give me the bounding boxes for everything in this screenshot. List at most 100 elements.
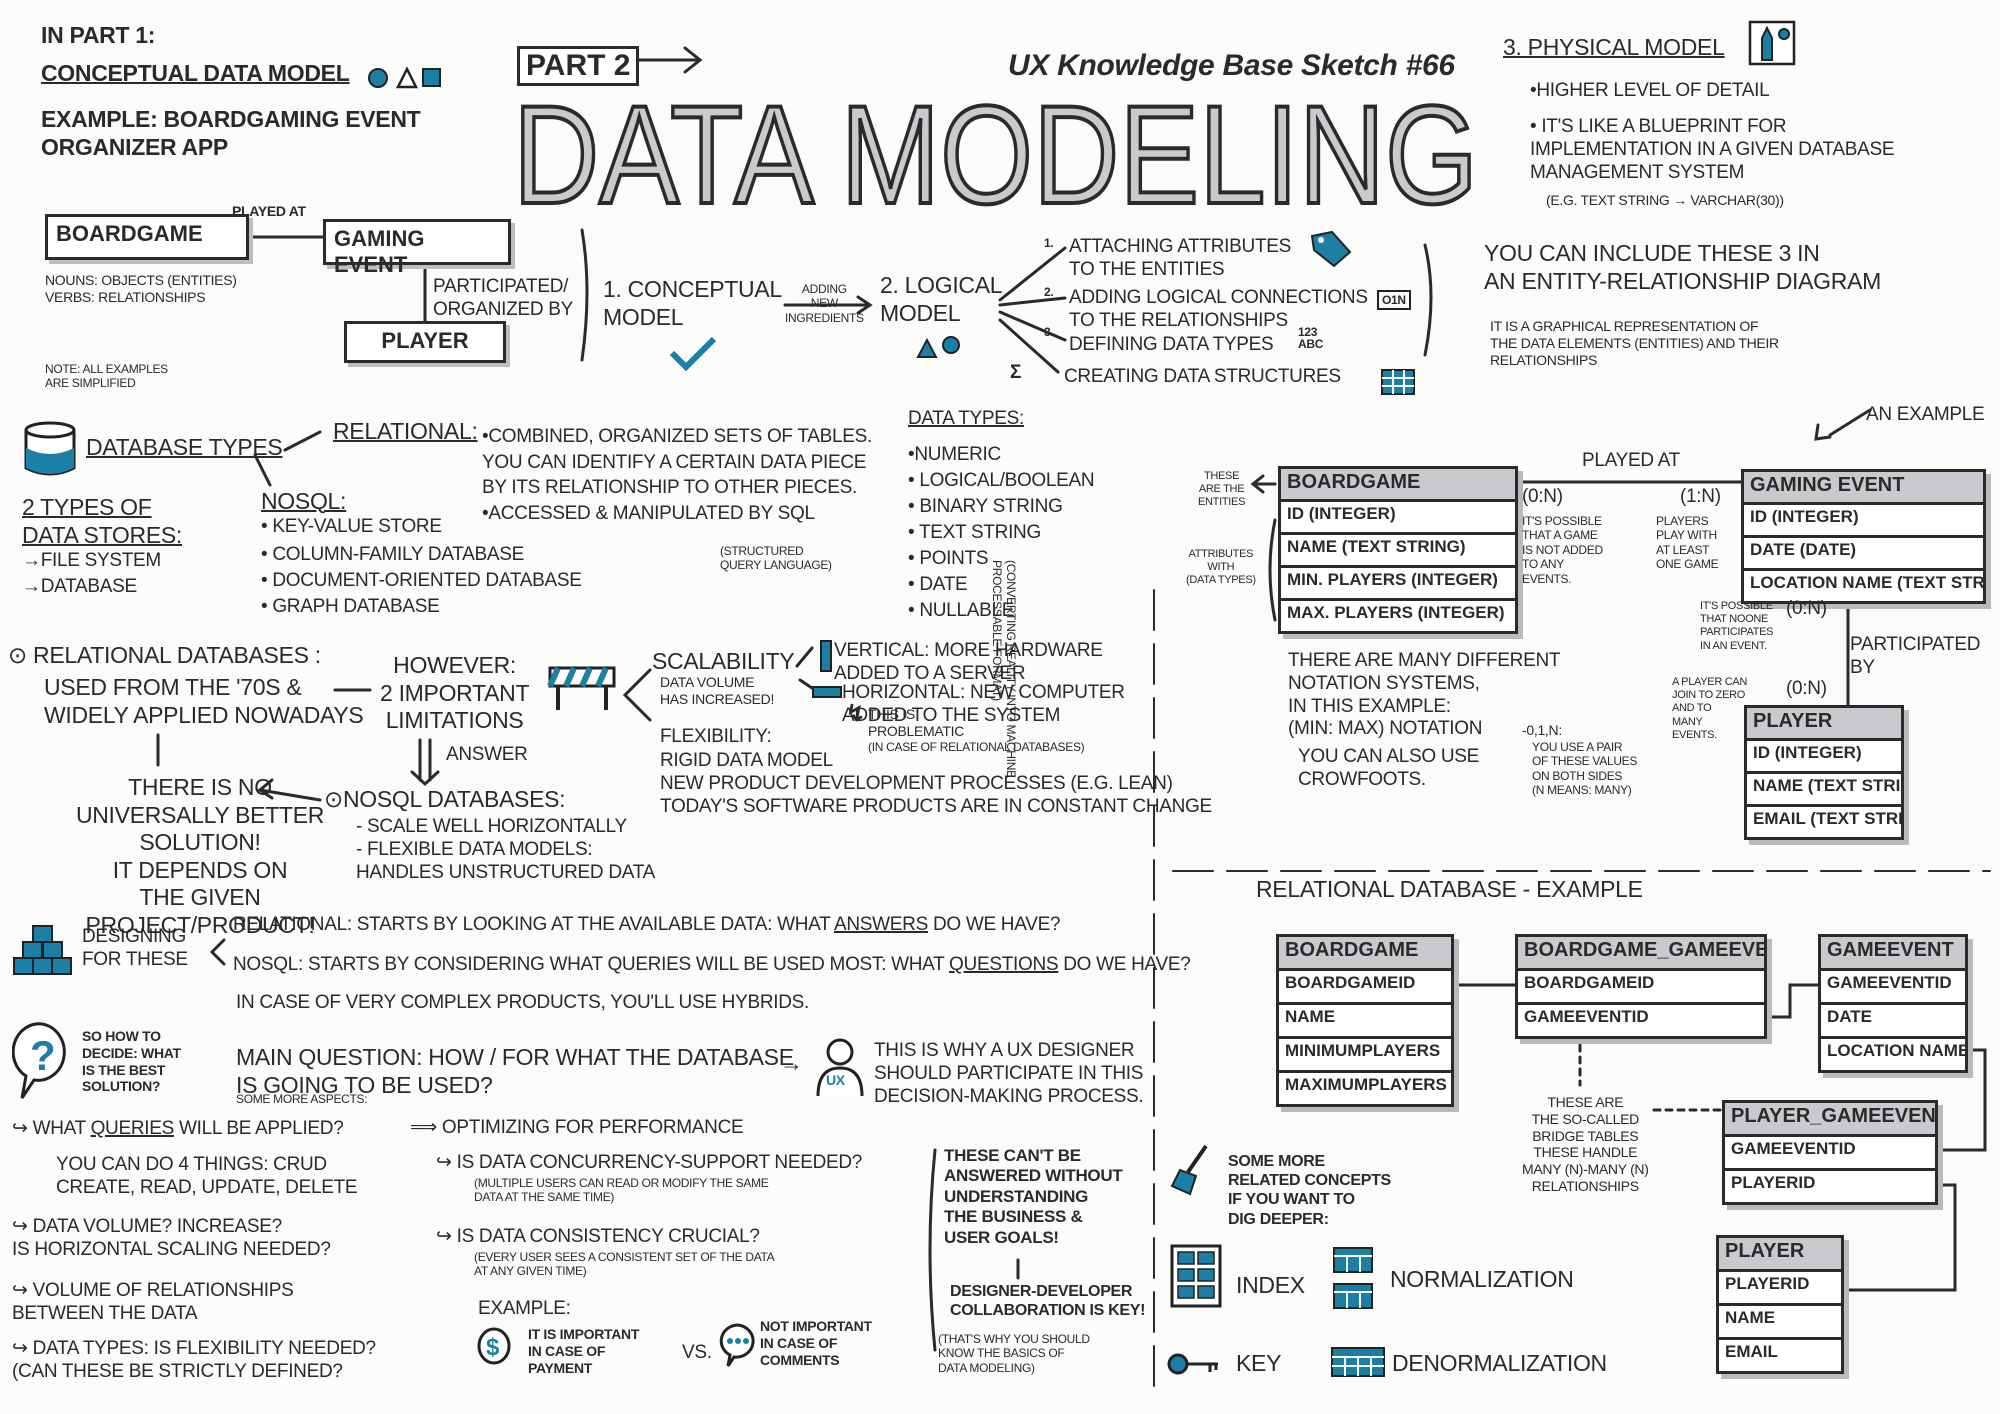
normalization-label: NORMALIZATION (1390, 1266, 1574, 1292)
cardinality-participation-note: IT'S POSSIBLE THAT NOONE PARTICIPATES IN… (1700, 600, 1774, 652)
table-row: ID (INTEGER) (1281, 502, 1515, 535)
problematic-label: THIS IS PROBLEMATIC (868, 706, 965, 739)
denormalization-icon (1331, 1347, 1385, 1377)
svg-text:$: $ (486, 1334, 500, 1361)
questions-keyword: QUESTIONS (949, 954, 1059, 975)
an-example-label: AN EXAMPLE (1866, 404, 1985, 425)
some-more-aspects: SOME MORE ASPECTS: (236, 1092, 368, 1106)
relational-description: •COMBINED, ORGANIZED SETS OF TABLES. YOU… (482, 426, 872, 524)
table-row: MAX. PLAYERS (INTEGER) (1287, 603, 1505, 622)
logical-model-step: 2. LOGICAL MODEL (880, 272, 1003, 326)
limitations-label: HOWEVER: 2 IMPORTANT LIMITATIONS (380, 652, 530, 734)
store-database: →DATABASE (22, 576, 137, 597)
table-player: PLAYERID (INTEGER)NAME (TEXT STRING) EMAI… (1744, 705, 1904, 840)
answer-label: ANSWER (446, 744, 528, 765)
cardinality-gaming-event-note: PLAYERS PLAY WITH AT LEAST ONE GAME (1656, 514, 1719, 572)
part1-label: IN PART 1: (41, 22, 156, 48)
example-label: EXAMPLE: (478, 1298, 571, 1319)
notation-values: -0,1,N: (1522, 722, 1562, 738)
data-type-item: • TEXT STRING (908, 522, 1041, 543)
data-stores-label: 2 TYPES OF DATA STORES: (22, 494, 182, 548)
table-row: MIN. PLAYERS (INTEGER) (1281, 568, 1515, 601)
conceptual-model-step: 1. CONCEPTUAL MODEL (603, 276, 782, 330)
physical-example: (E.G. TEXT STRING → VARCHAR(30)) (1546, 192, 1784, 208)
concurrency-note: (MULTIPLE USERS CAN READ OR MODIFY THE S… (474, 1176, 769, 1205)
table-boardgame: BOARDGAME ID (INTEGER) NAME (TEXT STRING) M… (1278, 466, 1518, 634)
data-type-item: • BINARY STRING (908, 496, 1063, 517)
vertical-scaling: VERTICAL: MORE HARDWARE ADDED TO A SERVE… (834, 640, 1103, 684)
relational-databases-heading: ⊙ RELATIONAL DATABASES : (8, 642, 321, 668)
table-header: PLAYER (1747, 708, 1901, 741)
cardinality-boardgame: (0:N) (1522, 486, 1563, 507)
part-label: PART 2 (517, 46, 640, 86)
table-player-gameevent: PLAYER_GAMEEVENT GAMEEVENTID PLAYERID (1722, 1100, 1938, 1205)
key-icon (1167, 1353, 1218, 1375)
relational-label: RELATIONAL: (333, 418, 478, 444)
comments-note: NOT IMPORTANT IN CASE OF COMMENTS (760, 1318, 872, 1368)
normalization-icon (1333, 1247, 1373, 1309)
nosql-label: NOSQL: (261, 488, 347, 514)
database-icon (24, 421, 76, 476)
table-row: PLAYERID (1719, 1272, 1841, 1306)
shapes-icon (368, 66, 441, 89)
versus-label: VS. (682, 1342, 712, 1363)
table-row: DATE (1821, 1005, 1965, 1039)
nosql-item: • KEY-VALUE STORE (261, 516, 442, 537)
table-header: BOARDGAME (1279, 937, 1451, 971)
notation-pair-note: YOU USE A PAIR OF THESE VALUES ON BOTH S… (1532, 740, 1638, 798)
data-types-heading: DATA TYPES: (908, 408, 1025, 429)
vertical-icon (820, 640, 832, 672)
table-row: GAMEEVENTID (1821, 971, 1965, 1005)
optimizing-performance: ⟹ OPTIMIZING FOR PERFORMANCE (410, 1117, 744, 1138)
aspect-data-types: ↪ DATA TYPES: IS FLEXIBILITY NEEDED? (CA… (12, 1338, 376, 1382)
table-gameevent: GAMEEVENT GAMEEVENTID DATE LOCATION NAME (1818, 934, 1968, 1073)
flexibility-items: RIGID DATA MODEL NEW PRODUCT DEVELOPMENT… (660, 750, 1212, 817)
crowfoots-note: YOU CAN ALSO USE CROWFOOTS. (1298, 746, 1480, 790)
table-row: NAME (1719, 1306, 1841, 1340)
table-row: NAME (TEXT STRING) (1281, 535, 1515, 568)
design-relational-text: RELATIONAL: STARTS BY LOOKING AT THE AVA… (233, 914, 834, 935)
arrow-icon: → (780, 1050, 803, 1076)
aspect-queries-text: ↪ WHAT (12, 1118, 91, 1139)
table-row: NAME (TEXT STRING) (1747, 774, 1901, 807)
relation-participated: PARTICIPATED/ ORGANIZED BY (433, 276, 573, 320)
example-label: EXAMPLE: BOARDGAMING EVENT ORGANIZER APP (41, 106, 421, 160)
relation-played-at: PLAYED AT (232, 203, 306, 219)
design-nosql-suffix: DO WE HAVE? (1058, 954, 1191, 975)
step-3-text: DEFINING DATA TYPES (1069, 334, 1274, 355)
design-relational-suffix: DO WE HAVE? (927, 914, 1061, 935)
entity-gaming-event: GAMING EVENT (323, 219, 511, 277)
comment-icon (719, 1323, 755, 1367)
main-question: MAIN QUESTION: HOW / FOR WHAT THE DATABA… (236, 1044, 794, 1098)
entity-boardgame: BOARDGAME (45, 214, 249, 260)
cardinality-participation: (0:N) (1786, 598, 1827, 619)
blocks-icon (13, 925, 72, 975)
attributes-note: ATTRIBUTES WITH (DATA TYPES) (1186, 548, 1256, 587)
table-row: EMAIL (1725, 1342, 1778, 1361)
cardinality-player: (0:N) (1786, 678, 1827, 699)
payment-icon: $ (477, 1327, 511, 1365)
table-header: PLAYER_GAMEEVENT (1725, 1103, 1935, 1137)
cardinality-boardgame-note: IT'S POSSIBLE THAT A GAME IS NOT ADDED T… (1522, 514, 1603, 586)
scalability-label: SCALABILITY (652, 648, 795, 674)
relational-used: USED FROM THE '70s & WIDELY APPLIED NOWA… (44, 674, 364, 728)
queries-keyword: QUERIES (90, 1118, 175, 1139)
nosql-databases-heading: ⊙NOSQL DATABASES: (324, 786, 566, 812)
nosql-item: • DOCUMENT-ORIENTED DATABASE (261, 570, 582, 591)
aspect-consistency: ↪ IS DATA CONSISTENCY CRUCIAL? (436, 1226, 760, 1247)
table-row: PLAYERID (1731, 1173, 1816, 1192)
table-header: BOARDGAME_GAMEEVENT (1518, 937, 1764, 971)
table-row: NAME (1279, 1005, 1451, 1039)
table-row: LOCATION NAME (1827, 1041, 1965, 1060)
flexibility-label: FLEXIBILITY: (660, 726, 772, 747)
question-bubble-icon: ? (12, 1022, 66, 1099)
lightning-icon: ↯ (846, 700, 865, 726)
barrier-icon (547, 666, 616, 710)
bridge-tables-note: THESE ARE THE SO-CALLED BRIDGE TABLES TH… (1522, 1094, 1649, 1194)
table-player: PLAYER PLAYERID NAME EMAIL (1716, 1235, 1844, 1374)
index-icon (1170, 1244, 1222, 1308)
table-header: GAMING EVENT (1744, 472, 1983, 505)
step-3-num: 3. (1044, 325, 1054, 339)
adding-ingredients-label: ADDING NEW INGREDIENTS (785, 282, 864, 325)
denormalization-label: DENORMALIZATION (1392, 1350, 1607, 1376)
